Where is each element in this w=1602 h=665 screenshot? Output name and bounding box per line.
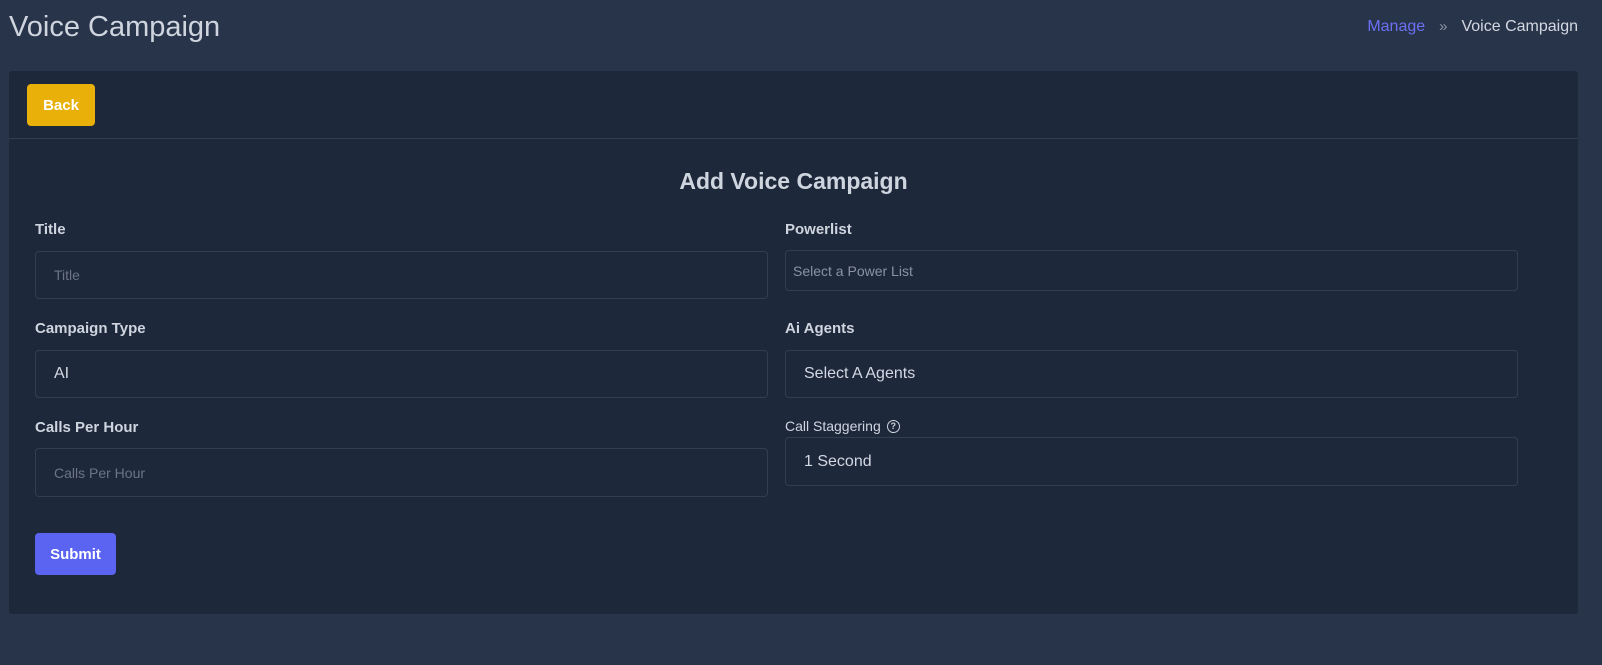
call-staggering-label: Call Staggering bbox=[785, 418, 881, 434]
powerlist-select[interactable]: Select a Power List bbox=[785, 250, 1518, 291]
calls-per-hour-input[interactable] bbox=[35, 448, 768, 497]
ai-agents-label: Ai Agents bbox=[785, 320, 855, 337]
powerlist-placeholder: Select a Power List bbox=[793, 262, 913, 279]
campaign-form-card: Back Add Voice Campaign Title Campaign T… bbox=[9, 71, 1578, 614]
form-title: Add Voice Campaign bbox=[679, 168, 908, 194]
campaign-type-select[interactable]: AI bbox=[35, 350, 768, 398]
page-header: Voice Campaign Manage » Voice Campaign bbox=[0, 0, 1602, 56]
call-staggering-value: 1 Second bbox=[804, 452, 872, 470]
call-staggering-select[interactable]: 1 Second bbox=[785, 437, 1518, 486]
ai-agents-select[interactable]: Select A Agents bbox=[785, 350, 1518, 398]
campaign-type-value: AI bbox=[54, 365, 70, 382]
ai-agents-value: Select A Agents bbox=[804, 365, 916, 382]
breadcrumb-separator-icon: » bbox=[1439, 18, 1448, 35]
question-circle-icon[interactable]: ? bbox=[886, 419, 900, 433]
page-title: Voice Campaign bbox=[9, 11, 221, 43]
campaign-type-label: Campaign Type bbox=[35, 320, 146, 337]
title-input[interactable] bbox=[35, 251, 768, 299]
breadcrumb-current: Voice Campaign bbox=[1461, 18, 1578, 35]
breadcrumb: Manage » Voice Campaign bbox=[1367, 17, 1578, 37]
back-button[interactable]: Back bbox=[27, 84, 95, 126]
powerlist-label: Powerlist bbox=[785, 221, 852, 238]
title-label: Title bbox=[35, 221, 66, 238]
submit-button[interactable]: Submit bbox=[35, 533, 116, 575]
calls-per-hour-label: Calls Per Hour bbox=[35, 419, 139, 436]
card-header: Back bbox=[9, 71, 1578, 139]
breadcrumb-link-manage[interactable]: Manage bbox=[1367, 17, 1425, 37]
call-staggering-label-row: Call Staggering ? bbox=[785, 417, 900, 435]
